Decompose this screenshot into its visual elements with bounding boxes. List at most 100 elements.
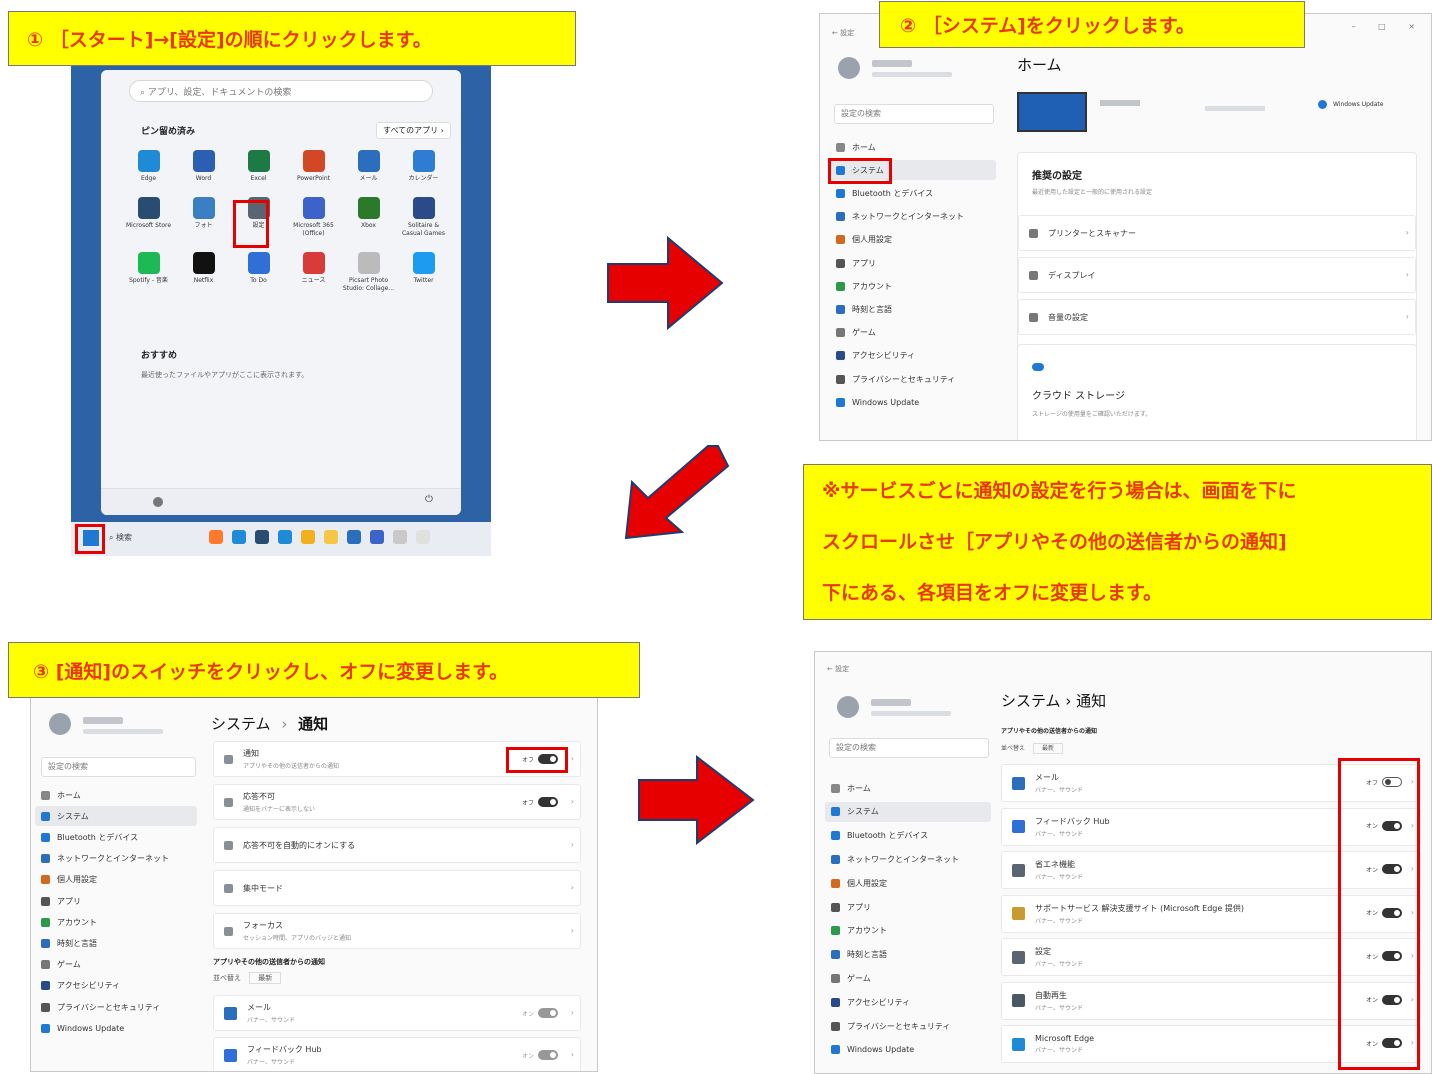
sidebar-item[interactable]: Windows Update: [825, 1040, 991, 1060]
sidebar-item[interactable]: アクセシビリティ: [830, 346, 996, 366]
taskbar-app-icon[interactable]: [324, 530, 338, 544]
nav-icon: [831, 878, 840, 888]
pinned-app[interactable]: Solitaire & Casual Games: [396, 197, 451, 238]
sidebar-item[interactable]: アプリ: [35, 891, 197, 911]
pinned-app[interactable]: To Do: [231, 252, 286, 293]
pinned-app[interactable]: Xbox: [341, 197, 396, 238]
sidebar-item[interactable]: 個人用設定: [35, 870, 197, 890]
sidebar-item[interactable]: システム: [35, 806, 197, 827]
windows-update-link[interactable]: Windows Update: [1318, 100, 1383, 109]
notification-setting-row[interactable]: フォーカス セッション時間、アプリのバッジと通知 ›: [213, 913, 581, 949]
sidebar-item-label: ホーム: [847, 783, 871, 793]
recommended-title: 推奨の設定: [1032, 171, 1082, 182]
app-icon: [1012, 994, 1025, 1007]
note-line-3: 下にある、各項目をオフに変更します。: [822, 581, 1163, 604]
taskbar-app-icon[interactable]: [232, 530, 246, 544]
sidebar-item[interactable]: Windows Update: [35, 1018, 197, 1038]
app-notification-row[interactable]: フィードバック Hub バナー、サウンド オン ›: [213, 1037, 581, 1071]
sidebar-item[interactable]: アプリ: [825, 897, 991, 917]
pinned-app[interactable]: Picsart Photo Studio: Collage...: [341, 252, 396, 293]
all-apps-button[interactable]: すべてのアプリ ›: [376, 122, 451, 139]
app-icon: [302, 197, 325, 219]
nav-icon: [831, 926, 840, 936]
pinned-app[interactable]: Excel: [231, 150, 286, 183]
sidebar-item[interactable]: アクセシビリティ: [825, 992, 991, 1012]
app-icon: [247, 252, 270, 274]
sidebar-item[interactable]: プライバシーとセキュリティ: [35, 997, 197, 1017]
sort-dropdown[interactable]: 並べ替え 最新: [1001, 743, 1063, 754]
taskbar-app-icon[interactable]: [370, 530, 384, 544]
taskbar-search[interactable]: ⌕ 検索: [109, 532, 132, 543]
taskbar-app-icon[interactable]: [347, 530, 361, 544]
sidebar-item[interactable]: 時刻と言語: [35, 933, 197, 953]
pinned-app[interactable]: フォト: [176, 197, 231, 238]
pinned-app[interactable]: Word: [176, 150, 231, 183]
app-icon: [1012, 950, 1025, 964]
pinned-app[interactable]: PowerPoint: [286, 150, 341, 183]
sidebar-item[interactable]: ネットワークとインターネット: [825, 849, 991, 869]
sidebar-item[interactable]: アカウント: [825, 921, 991, 941]
sidebar-item[interactable]: プライバシーとセキュリティ: [830, 369, 996, 389]
sidebar-item[interactable]: 時刻と言語: [830, 299, 996, 319]
sidebar-item[interactable]: ゲーム: [825, 968, 991, 988]
pinned-app[interactable]: カレンダー: [396, 150, 451, 183]
toggle-switch[interactable]: オフ: [522, 797, 558, 807]
sidebar-item[interactable]: アプリ: [830, 253, 996, 273]
settings-search-input[interactable]: 設定の検索: [834, 104, 994, 124]
sidebar-item[interactable]: ネットワークとインターネット: [830, 207, 996, 227]
volume-row[interactable]: 音量の設定 ›: [1018, 299, 1416, 335]
settings-search-input[interactable]: 設定の検索: [41, 757, 196, 777]
start-search-input[interactable]: ⌕ アプリ、設定、ドキュメントの検索: [129, 80, 433, 102]
notification-setting-row[interactable]: 集中モード ›: [213, 870, 581, 906]
sidebar-item[interactable]: ゲーム: [35, 955, 197, 975]
sidebar-item[interactable]: システム: [825, 801, 991, 822]
pinned-app[interactable]: Edge: [121, 150, 176, 183]
sidebar-item[interactable]: Bluetooth とデバイス: [830, 183, 996, 203]
taskbar-app-icon[interactable]: [278, 530, 292, 544]
pinned-app[interactable]: Spotify - 音楽: [121, 252, 176, 293]
sidebar-item[interactable]: ネットワークとインターネット: [35, 849, 197, 869]
power-icon[interactable]: ⏻: [425, 494, 433, 505]
app-notification-row[interactable]: メール バナー、サウンド オン ›: [213, 995, 581, 1031]
pinned-app[interactable]: ニュース: [286, 252, 341, 293]
taskbar-app-icon[interactable]: [255, 530, 269, 544]
notification-setting-row[interactable]: 応答不可 通知をバナーに表示しない オフ ›: [213, 784, 581, 820]
toggle-switch[interactable]: オン: [522, 1050, 558, 1060]
taskbar-app-icon[interactable]: [301, 530, 315, 544]
taskbar-app-icon[interactable]: [393, 530, 407, 544]
notification-setting-row[interactable]: 応答不可を自動的にオンにする ›: [213, 827, 581, 863]
printers-row[interactable]: プリンターとスキャナー ›: [1018, 215, 1416, 251]
settings-search-input[interactable]: 設定の検索: [829, 738, 989, 758]
sidebar-item[interactable]: 個人用設定: [830, 230, 996, 250]
sidebar-item[interactable]: Bluetooth とデバイス: [35, 827, 197, 847]
sidebar-item[interactable]: ゲーム: [830, 323, 996, 343]
sidebar-item[interactable]: 時刻と言語: [825, 945, 991, 965]
sidebar-item[interactable]: 個人用設定: [825, 873, 991, 893]
toggle-switch[interactable]: オン: [522, 1008, 558, 1018]
user-avatar[interactable]: [153, 497, 163, 507]
sidebar-item[interactable]: Bluetooth とデバイス: [825, 826, 991, 846]
sidebar-item[interactable]: アカウント: [35, 912, 197, 932]
pinned-app[interactable]: Netflix: [176, 252, 231, 293]
sidebar-item[interactable]: ホーム: [830, 137, 996, 157]
sidebar-item[interactable]: ホーム: [825, 778, 991, 798]
sidebar-item[interactable]: アカウント: [830, 276, 996, 296]
taskbar-app-icon[interactable]: [209, 530, 223, 544]
sidebar-item[interactable]: ホーム: [35, 785, 197, 805]
pinned-app[interactable]: Microsoft 365 (Office): [286, 197, 341, 238]
app-icon: [302, 150, 325, 172]
sort-dropdown[interactable]: 並べ替え 最新: [213, 972, 282, 984]
sidebar-item[interactable]: アクセシビリティ: [35, 976, 197, 996]
sidebar-item[interactable]: Windows Update: [830, 392, 996, 412]
display-row[interactable]: ディスプレイ ›: [1018, 257, 1416, 293]
sidebar-item[interactable]: プライバシーとセキュリティ: [825, 1016, 991, 1036]
pinned-app[interactable]: メール: [341, 150, 396, 183]
user-name: [83, 717, 123, 724]
taskbar-app-icon[interactable]: [416, 530, 430, 544]
section-title: アプリやその他の送信者からの通知: [213, 958, 325, 966]
nav-icon: [836, 258, 845, 268]
window-controls[interactable]: – □ ×: [1352, 22, 1425, 31]
pinned-app[interactable]: Twitter: [396, 252, 451, 293]
pinned-app[interactable]: Microsoft Store: [121, 197, 176, 238]
app-label: Picsart Photo Studio: Collage...: [342, 277, 395, 292]
